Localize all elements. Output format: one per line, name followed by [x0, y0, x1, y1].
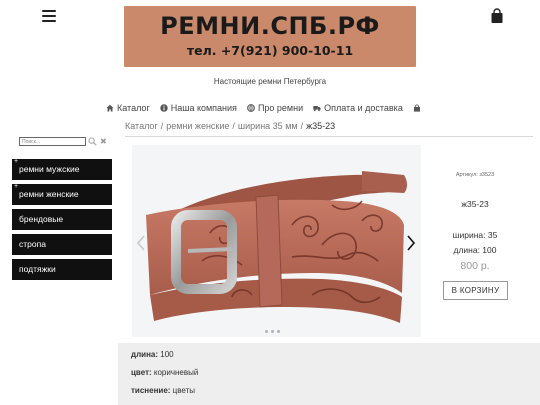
expand-plus-icon[interactable]: + [14, 158, 18, 165]
belt-illustration [146, 171, 407, 323]
category-brand[interactable]: брендовые [12, 209, 112, 230]
category-list: + ремни мужские + ремни женские брендовы… [12, 158, 112, 284]
info-icon [160, 104, 168, 112]
category-mens-belts[interactable]: + ремни мужские [12, 158, 112, 180]
category-webbing[interactable]: стропа [12, 234, 112, 255]
shopping-bag-icon [413, 104, 420, 112]
attribute-length: длина: 100 [131, 350, 174, 359]
product-image[interactable] [132, 145, 421, 337]
attribute-value: цветы [172, 386, 196, 395]
breadcrumb-item[interactable]: Каталог [125, 121, 158, 131]
product-price: 800 р. [460, 260, 490, 272]
shopping-bag-icon[interactable] [489, 8, 505, 24]
menu-hamburger-icon[interactable] [42, 10, 56, 22]
logo-title: РЕМНИ.СПБ.РФ [160, 12, 380, 40]
nav-item-label: Наша компания [170, 103, 237, 113]
nav-item-label: Оплата и доставка [324, 103, 403, 113]
attribute-value: коричневый [153, 368, 199, 377]
category-label: подтяжки [19, 264, 56, 274]
attribute-label: тиснение: [131, 386, 171, 395]
breadcrumb-separator: / [160, 121, 164, 131]
category-womens-belts[interactable]: + ремни женские [12, 183, 112, 205]
product-length: длина: 100 [453, 245, 497, 255]
carousel-dot[interactable] [265, 330, 268, 333]
site-logo[interactable]: РЕМНИ.СПБ.РФ тел. +7(921) 900-10-11 [124, 6, 416, 67]
attribute-label: цвет: [131, 368, 152, 377]
category-label: ремни женские [19, 189, 79, 199]
truck-icon [313, 106, 321, 112]
breadcrumb-separator: / [300, 121, 304, 131]
category-suspenders[interactable]: подтяжки [12, 259, 112, 280]
home-icon [106, 104, 114, 112]
clear-icon[interactable]: ✖ [100, 137, 107, 146]
site-tagline: Настоящие ремни Петербурга [213, 77, 327, 86]
breadcrumb: Каталог / ремни женские / ширина 35 мм /… [125, 121, 533, 137]
category-label: брендовые [19, 214, 64, 224]
nav-item-label: Про ремни [257, 103, 304, 113]
logo-phone: тел. +7(921) 900-10-11 [186, 43, 354, 58]
carousel-dot[interactable] [277, 330, 280, 333]
attribute-value: 100 [160, 350, 174, 359]
breadcrumb-separator: / [232, 121, 235, 131]
nav-item-about-belts[interactable]: Про ремни [247, 103, 303, 113]
nav-cart[interactable] [413, 104, 421, 112]
product-attributes: длина: 100 цвет: коричневый тиснение: цв… [118, 343, 540, 405]
product-width: ширина: 35 [452, 230, 498, 240]
nav-item-payment-delivery[interactable]: Оплата и доставка [313, 103, 403, 113]
attribute-label: длина: [131, 350, 159, 359]
breadcrumb-item[interactable]: ширина 35 мм [238, 121, 298, 131]
category-label: ремни мужские [19, 164, 80, 174]
expand-plus-icon[interactable]: + [14, 183, 18, 190]
search-box: ✖ [19, 137, 107, 146]
nav-item-company[interactable]: Наша компания [160, 103, 237, 113]
globe-icon [247, 104, 255, 112]
category-label: стропа [19, 239, 46, 249]
nav-item-catalog[interactable]: Каталог [106, 103, 150, 113]
carousel-prev-arrow-icon[interactable] [136, 234, 146, 252]
add-to-cart-button[interactable]: В КОРЗИНУ [443, 281, 508, 300]
main-nav: Каталог Наша компания Про ремни Оплата и… [106, 101, 421, 115]
product-sku: Артикул: з3523 [455, 172, 495, 178]
breadcrumb-item[interactable]: ремни женские [166, 121, 229, 131]
product-name: ж35-23 [461, 199, 489, 209]
search-input[interactable] [19, 137, 86, 146]
carousel-dot[interactable] [271, 330, 274, 333]
carousel-dots [265, 330, 280, 333]
nav-item-label: Каталог [117, 103, 150, 113]
breadcrumb-current: ж35-23 [306, 121, 336, 131]
search-icon[interactable] [88, 137, 97, 146]
attribute-color: цвет: коричневый [131, 368, 198, 377]
attribute-emboss: тиснение: цветы [131, 386, 195, 395]
carousel-next-arrow-icon[interactable] [406, 234, 416, 252]
